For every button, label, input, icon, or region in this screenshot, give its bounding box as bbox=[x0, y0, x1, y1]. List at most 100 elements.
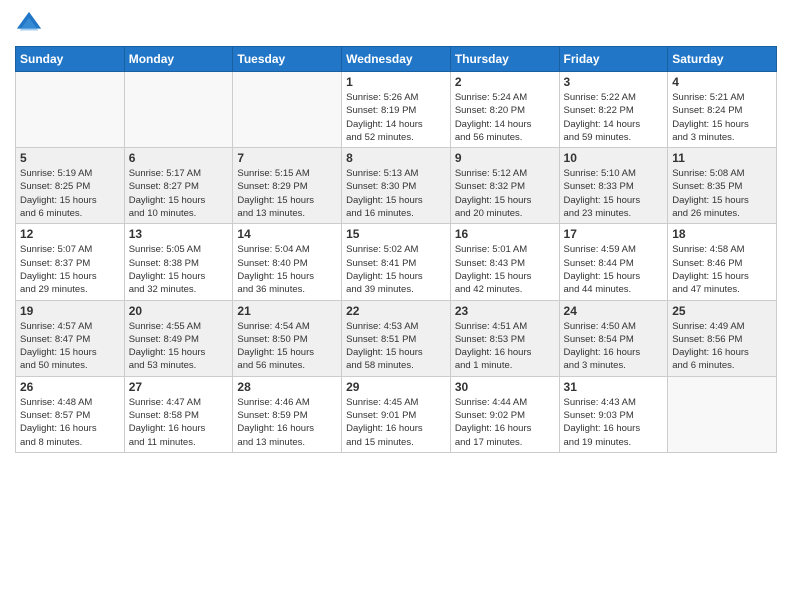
weekday-header-tuesday: Tuesday bbox=[233, 47, 342, 72]
day-info: Sunrise: 5:13 AM Sunset: 8:30 PM Dayligh… bbox=[346, 167, 446, 220]
calendar-cell: 9 Sunrise: 5:12 AM Sunset: 8:32 PM Daylig… bbox=[450, 148, 559, 224]
day-number: 29 bbox=[346, 380, 446, 394]
day-info: Sunrise: 5:10 AM Sunset: 8:33 PM Dayligh… bbox=[564, 167, 664, 220]
calendar-cell: 8 Sunrise: 5:13 AM Sunset: 8:30 PM Daylig… bbox=[342, 148, 451, 224]
calendar-week-2: 5 Sunrise: 5:19 AM Sunset: 8:25 PM Daylig… bbox=[16, 148, 777, 224]
day-number: 9 bbox=[455, 151, 555, 165]
calendar-table: SundayMondayTuesdayWednesdayThursdayFrid… bbox=[15, 46, 777, 453]
calendar-week-3: 12 Sunrise: 5:07 AM Sunset: 8:37 PM Dayli… bbox=[16, 224, 777, 300]
calendar-cell: 22 Sunrise: 4:53 AM Sunset: 8:51 PM Dayli… bbox=[342, 300, 451, 376]
day-number: 11 bbox=[672, 151, 772, 165]
day-info: Sunrise: 5:02 AM Sunset: 8:41 PM Dayligh… bbox=[346, 243, 446, 296]
day-number: 27 bbox=[129, 380, 229, 394]
weekday-header-monday: Monday bbox=[124, 47, 233, 72]
weekday-header-friday: Friday bbox=[559, 47, 668, 72]
page-header bbox=[15, 10, 777, 38]
day-info: Sunrise: 5:24 AM Sunset: 8:20 PM Dayligh… bbox=[455, 91, 555, 144]
day-info: Sunrise: 4:54 AM Sunset: 8:50 PM Dayligh… bbox=[237, 320, 337, 373]
day-number: 8 bbox=[346, 151, 446, 165]
day-number: 15 bbox=[346, 227, 446, 241]
calendar-cell: 30Sunrise: 4:44 AM Sunset: 9:02 PM Dayli… bbox=[450, 376, 559, 452]
day-info: Sunrise: 5:17 AM Sunset: 8:27 PM Dayligh… bbox=[129, 167, 229, 220]
calendar-cell: 14 Sunrise: 5:04 AM Sunset: 8:40 PM Dayli… bbox=[233, 224, 342, 300]
weekday-header-row: SundayMondayTuesdayWednesdayThursdayFrid… bbox=[16, 47, 777, 72]
calendar-week-5: 26 Sunrise: 4:48 AM Sunset: 8:57 PM Dayli… bbox=[16, 376, 777, 452]
calendar-cell: 20Sunrise: 4:55 AM Sunset: 8:49 PM Dayli… bbox=[124, 300, 233, 376]
day-number: 31 bbox=[564, 380, 664, 394]
day-info: Sunrise: 4:46 AM Sunset: 8:59 PM Dayligh… bbox=[237, 396, 337, 449]
day-number: 23 bbox=[455, 304, 555, 318]
weekday-header-thursday: Thursday bbox=[450, 47, 559, 72]
day-number: 4 bbox=[672, 75, 772, 89]
day-number: 17 bbox=[564, 227, 664, 241]
calendar-cell: 26 Sunrise: 4:48 AM Sunset: 8:57 PM Dayli… bbox=[16, 376, 125, 452]
day-info: Sunrise: 4:51 AM Sunset: 8:53 PM Dayligh… bbox=[455, 320, 555, 373]
day-info: Sunrise: 4:49 AM Sunset: 8:56 PM Dayligh… bbox=[672, 320, 772, 373]
calendar-cell: 28 Sunrise: 4:46 AM Sunset: 8:59 PM Dayli… bbox=[233, 376, 342, 452]
calendar-cell bbox=[668, 376, 777, 452]
calendar-cell: 11Sunrise: 5:08 AM Sunset: 8:35 PM Dayli… bbox=[668, 148, 777, 224]
calendar-cell: 19 Sunrise: 4:57 AM Sunset: 8:47 PM Dayli… bbox=[16, 300, 125, 376]
weekday-header-sunday: Sunday bbox=[16, 47, 125, 72]
calendar-cell: 13Sunrise: 5:05 AM Sunset: 8:38 PM Dayli… bbox=[124, 224, 233, 300]
day-info: Sunrise: 5:15 AM Sunset: 8:29 PM Dayligh… bbox=[237, 167, 337, 220]
day-number: 16 bbox=[455, 227, 555, 241]
calendar-cell: 4Sunrise: 5:21 AM Sunset: 8:24 PM Daylig… bbox=[668, 72, 777, 148]
day-info: Sunrise: 5:26 AM Sunset: 8:19 PM Dayligh… bbox=[346, 91, 446, 144]
calendar-cell bbox=[16, 72, 125, 148]
weekday-header-saturday: Saturday bbox=[668, 47, 777, 72]
calendar-cell bbox=[233, 72, 342, 148]
calendar-cell: 12 Sunrise: 5:07 AM Sunset: 8:37 PM Dayli… bbox=[16, 224, 125, 300]
day-info: Sunrise: 5:19 AM Sunset: 8:25 PM Dayligh… bbox=[20, 167, 120, 220]
day-info: Sunrise: 5:01 AM Sunset: 8:43 PM Dayligh… bbox=[455, 243, 555, 296]
page-container: SundayMondayTuesdayWednesdayThursdayFrid… bbox=[0, 0, 792, 463]
day-number: 2 bbox=[455, 75, 555, 89]
calendar-cell: 25Sunrise: 4:49 AM Sunset: 8:56 PM Dayli… bbox=[668, 300, 777, 376]
logo bbox=[15, 10, 47, 38]
day-info: Sunrise: 4:47 AM Sunset: 8:58 PM Dayligh… bbox=[129, 396, 229, 449]
day-number: 7 bbox=[237, 151, 337, 165]
day-number: 14 bbox=[237, 227, 337, 241]
day-number: 12 bbox=[20, 227, 120, 241]
day-info: Sunrise: 5:07 AM Sunset: 8:37 PM Dayligh… bbox=[20, 243, 120, 296]
day-info: Sunrise: 4:53 AM Sunset: 8:51 PM Dayligh… bbox=[346, 320, 446, 373]
calendar-cell: 16 Sunrise: 5:01 AM Sunset: 8:43 PM Dayli… bbox=[450, 224, 559, 300]
day-number: 28 bbox=[237, 380, 337, 394]
day-info: Sunrise: 4:55 AM Sunset: 8:49 PM Dayligh… bbox=[129, 320, 229, 373]
day-number: 5 bbox=[20, 151, 120, 165]
calendar-cell: 18Sunrise: 4:58 AM Sunset: 8:46 PM Dayli… bbox=[668, 224, 777, 300]
calendar-cell: 1 Sunrise: 5:26 AM Sunset: 8:19 PM Daylig… bbox=[342, 72, 451, 148]
day-info: Sunrise: 4:57 AM Sunset: 8:47 PM Dayligh… bbox=[20, 320, 120, 373]
calendar-cell: 5 Sunrise: 5:19 AM Sunset: 8:25 PM Daylig… bbox=[16, 148, 125, 224]
day-number: 22 bbox=[346, 304, 446, 318]
day-number: 1 bbox=[346, 75, 446, 89]
day-number: 18 bbox=[672, 227, 772, 241]
day-number: 21 bbox=[237, 304, 337, 318]
weekday-header-wednesday: Wednesday bbox=[342, 47, 451, 72]
calendar-cell bbox=[124, 72, 233, 148]
calendar-cell: 6 Sunrise: 5:17 AM Sunset: 8:27 PM Daylig… bbox=[124, 148, 233, 224]
day-number: 6 bbox=[129, 151, 229, 165]
calendar-cell: 3Sunrise: 5:22 AM Sunset: 8:22 PM Daylig… bbox=[559, 72, 668, 148]
calendar-cell: 23 Sunrise: 4:51 AM Sunset: 8:53 PM Dayli… bbox=[450, 300, 559, 376]
calendar-cell: 7 Sunrise: 5:15 AM Sunset: 8:29 PM Daylig… bbox=[233, 148, 342, 224]
day-number: 10 bbox=[564, 151, 664, 165]
day-number: 26 bbox=[20, 380, 120, 394]
calendar-cell: 24Sunrise: 4:50 AM Sunset: 8:54 PM Dayli… bbox=[559, 300, 668, 376]
day-info: Sunrise: 4:44 AM Sunset: 9:02 PM Dayligh… bbox=[455, 396, 555, 449]
calendar-week-1: 1 Sunrise: 5:26 AM Sunset: 8:19 PM Daylig… bbox=[16, 72, 777, 148]
calendar-cell: 2 Sunrise: 5:24 AM Sunset: 8:20 PM Daylig… bbox=[450, 72, 559, 148]
calendar-cell: 31 Sunrise: 4:43 AM Sunset: 9:03 PM Dayli… bbox=[559, 376, 668, 452]
calendar-week-4: 19 Sunrise: 4:57 AM Sunset: 8:47 PM Dayli… bbox=[16, 300, 777, 376]
day-number: 13 bbox=[129, 227, 229, 241]
logo-icon bbox=[15, 10, 43, 38]
day-info: Sunrise: 4:48 AM Sunset: 8:57 PM Dayligh… bbox=[20, 396, 120, 449]
calendar-cell: 15 Sunrise: 5:02 AM Sunset: 8:41 PM Dayli… bbox=[342, 224, 451, 300]
day-info: Sunrise: 4:43 AM Sunset: 9:03 PM Dayligh… bbox=[564, 396, 664, 449]
day-info: Sunrise: 5:12 AM Sunset: 8:32 PM Dayligh… bbox=[455, 167, 555, 220]
calendar-cell: 21 Sunrise: 4:54 AM Sunset: 8:50 PM Dayli… bbox=[233, 300, 342, 376]
calendar-cell: 10 Sunrise: 5:10 AM Sunset: 8:33 PM Dayli… bbox=[559, 148, 668, 224]
day-info: Sunrise: 5:04 AM Sunset: 8:40 PM Dayligh… bbox=[237, 243, 337, 296]
day-number: 19 bbox=[20, 304, 120, 318]
day-info: Sunrise: 4:50 AM Sunset: 8:54 PM Dayligh… bbox=[564, 320, 664, 373]
